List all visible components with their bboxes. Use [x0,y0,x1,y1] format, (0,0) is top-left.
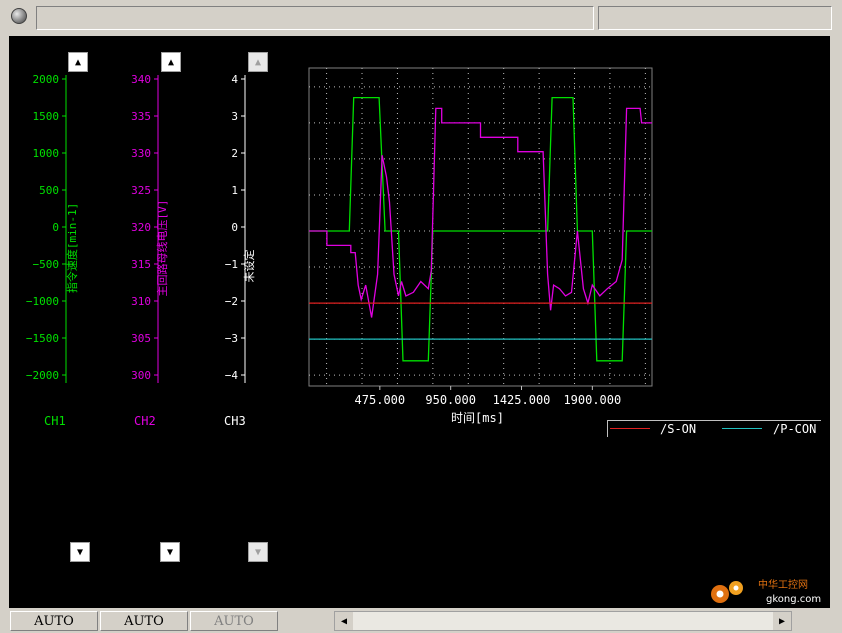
legend: /S-ON /P-CON [607,420,821,437]
ch2-tick-label: 300 [131,369,151,382]
ch2-scroll-down-button[interactable]: ▼ [160,542,180,562]
ch3-tick-label: −2 [225,295,238,308]
ch2-tick-label: 315 [131,258,151,271]
ch2-tick-label: 310 [131,295,151,308]
ch3-tick-label: −3 [225,332,238,345]
bottom-toolbar: AUTO AUTO AUTO ◀ ▶ [0,609,842,633]
watermark-text-cn: 中华工控网 [758,578,808,591]
ch1-tick-label: 2000 [33,73,60,86]
watermark-text-url: gkong.com [766,594,821,605]
ch3-axis-title: 未设定 [242,250,256,283]
ch3-tick-label: 1 [231,184,238,197]
ch3-scroll-down-button[interactable]: ▼ [248,542,268,562]
ch3-label: CH3 [224,414,246,428]
ch1-tick-label: −2000 [26,369,59,382]
series-line-ch2 [309,107,652,318]
ch2-tick-label: 305 [131,332,151,345]
legend-swatch-p-con [722,428,762,429]
ch1-tick-label: 500 [39,184,59,197]
ch3-tick-label: 2 [231,147,238,160]
ch1-tick-label: 1000 [33,147,60,160]
x-tick-label: 1900.000 [563,393,621,407]
title-bar [0,0,842,34]
ch3-tick-label: 3 [231,110,238,123]
legend-label-p-con: /P-CON [773,422,817,436]
ch1-tick-label: −1500 [26,332,59,345]
x-axis-label: 时间[ms] [451,411,504,425]
ch2-axis-title: 主回路母线电压[V] [155,200,169,297]
watermark-logo: 中华工控网 gkong.com [706,574,836,610]
scroll-left-icon[interactable]: ◀ [335,612,353,630]
ch2-tick-label: 340 [131,73,151,86]
ch2-auto-button[interactable]: AUTO [100,611,188,631]
ch1-tick-label: 0 [52,221,59,234]
status-panel-right [598,6,832,30]
trace-display: ▲ ▲ ▲ ▼ ▼ ▼ 指令速度[min-1] 主回路母线电压[V] 未设定 2… [9,36,830,608]
ch2-tick-label: 320 [131,221,151,234]
x-tick-label: 1425.000 [493,393,551,407]
ch2-tick-label: 335 [131,110,151,123]
ch1-tick-label: 1500 [33,110,60,123]
ch2-tick-label: 325 [131,184,151,197]
ch3-tick-label: 0 [231,221,238,234]
x-tick-label: 950.000 [425,393,476,407]
status-panel-main [36,6,594,30]
status-indicator-icon [11,8,27,24]
ch3-tick-label: −1 [225,258,238,271]
scroll-right-icon[interactable]: ▶ [773,612,791,630]
trace-plot: 475.000 950.000 1425.000 1900.000 时间[ms] [308,67,653,425]
ch2-label: CH2 [134,414,156,428]
ch1-tick-label: −500 [33,258,60,271]
ch1-label: CH1 [44,414,66,428]
ch1-tick-label: −1000 [26,295,59,308]
legend-swatch-s-on [610,428,650,429]
ch1-auto-button[interactable]: AUTO [10,611,98,631]
horizontal-scrollbar[interactable]: ◀ ▶ [334,611,792,631]
legend-label-s-on: /S-ON [660,422,697,436]
ch1-axis-title: 指令速度[min-1] [65,203,79,293]
ch3-auto-button[interactable]: AUTO [190,611,278,631]
axis-scales: 指令速度[min-1] 主回路母线电压[V] 未设定 2000 1500 1000 5… [26,73,256,383]
ch1-scroll-down-button[interactable]: ▼ [70,542,90,562]
x-tick-label: 475.000 [355,393,406,407]
plot-frame [308,67,653,387]
ch3-tick-label: 4 [231,73,238,86]
ch2-tick-label: 330 [131,147,151,160]
ch3-tick-label: −4 [225,369,239,382]
